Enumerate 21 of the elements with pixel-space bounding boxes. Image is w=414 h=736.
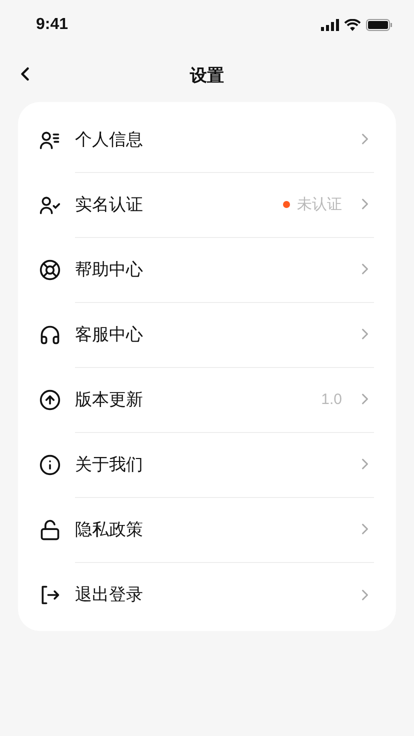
menu-item[interactable]: 实名认证 xyxy=(75,192,283,216)
wifi-icon xyxy=(344,19,361,31)
signal-icon xyxy=(321,19,339,31)
menu-item[interactable]: 客服中心 xyxy=(75,322,356,346)
menu-item[interactable]: 退出登录 xyxy=(75,583,356,606)
status-text: 未认证 xyxy=(297,194,342,214)
headset-icon xyxy=(39,324,61,346)
menu-item[interactable]: 版本更新 xyxy=(75,388,322,410)
unlock-icon xyxy=(39,518,61,540)
menu-item[interactable]: 关于我们 xyxy=(75,452,356,476)
menu-item[interactable]: 个人信息 xyxy=(75,128,356,150)
battery-icon xyxy=(366,19,392,31)
logout-icon xyxy=(39,584,61,606)
upload-icon xyxy=(39,388,61,410)
menu-item[interactable]: 隐私政策 xyxy=(75,518,356,540)
lifebuoy-icon xyxy=(39,258,61,280)
menu-item[interactable]: 帮助中心 xyxy=(75,258,356,280)
version-value: 1.0 xyxy=(321,390,342,408)
status-time: 9:41 xyxy=(36,16,68,34)
info-icon xyxy=(39,454,61,476)
page-title: 设置 xyxy=(190,64,224,86)
